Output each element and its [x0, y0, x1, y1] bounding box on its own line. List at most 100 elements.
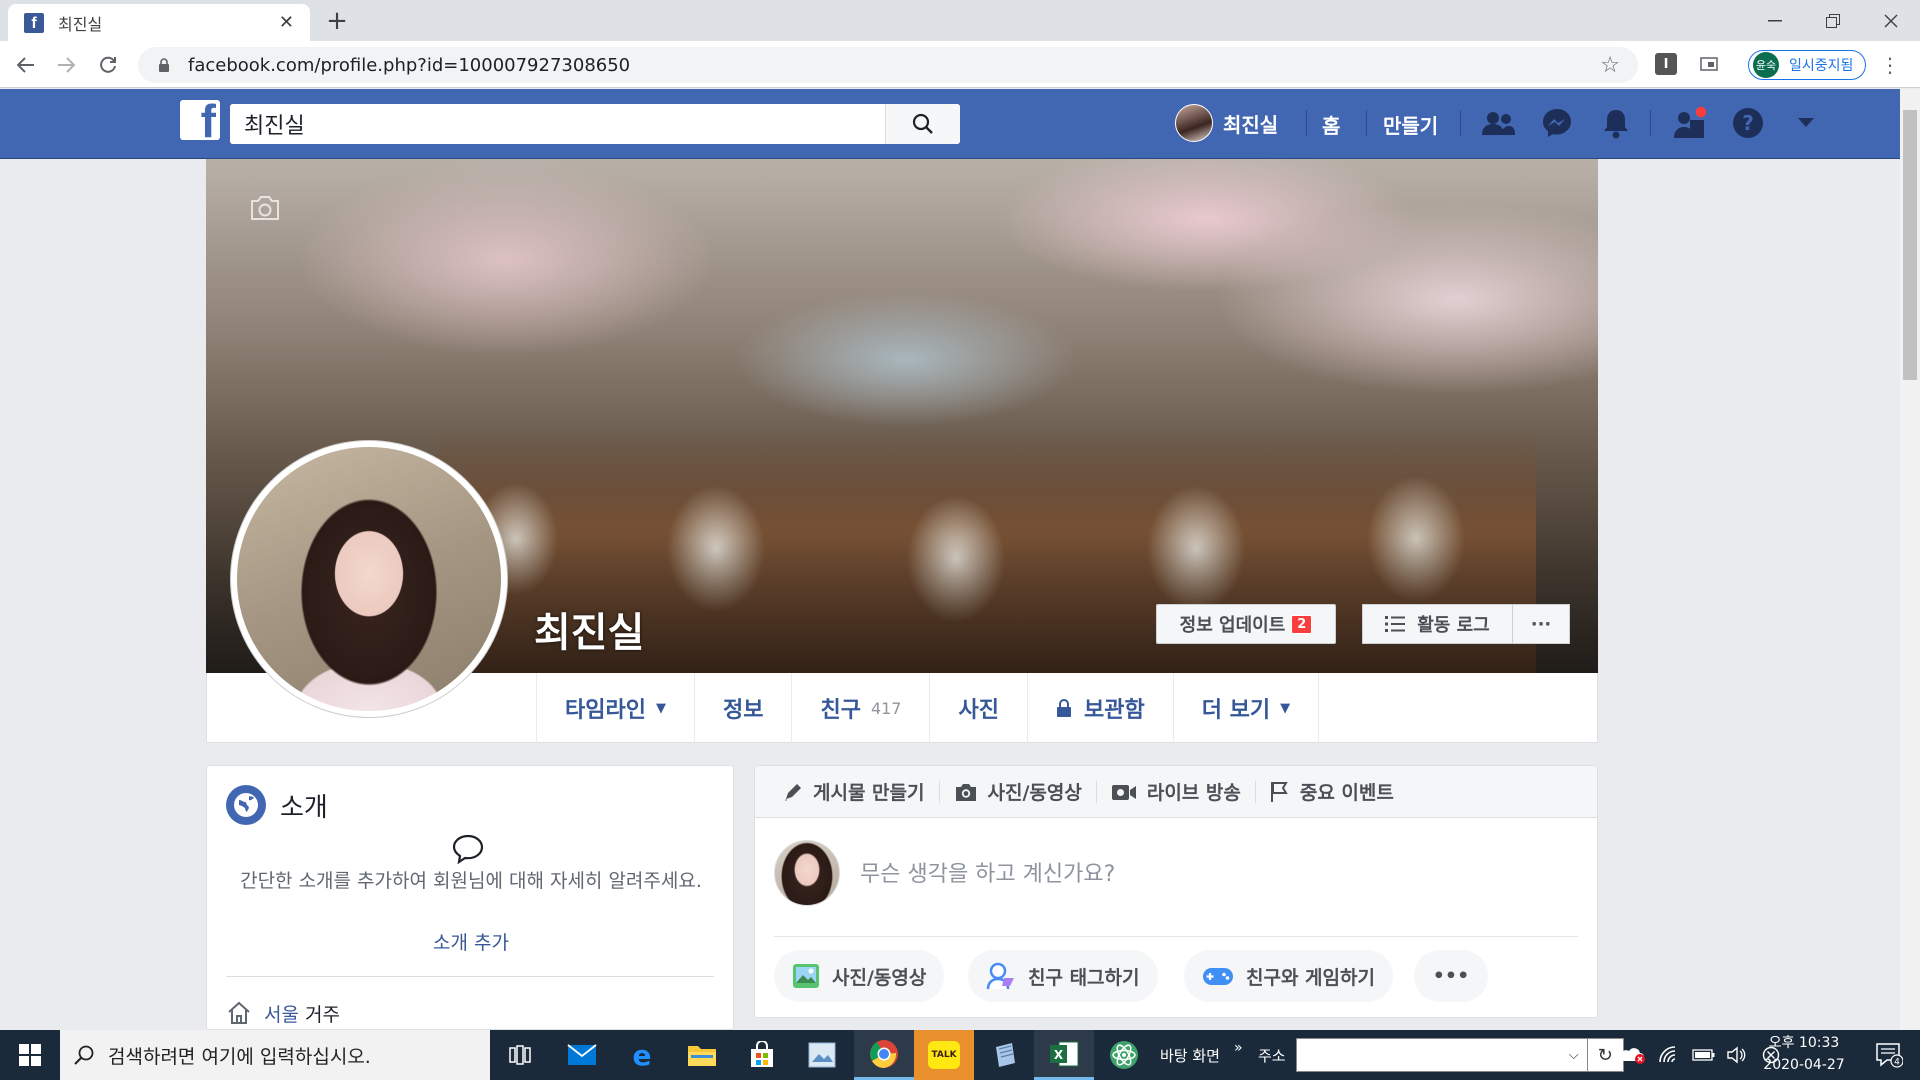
start-button[interactable]	[0, 1030, 60, 1080]
address-toolbar-input[interactable]: ⌵	[1295, 1038, 1588, 1072]
photos-app-icon[interactable]	[792, 1030, 852, 1080]
tag-friends-icon	[986, 962, 1014, 990]
tab-create-post[interactable]: 게시물 만들기	[769, 766, 939, 818]
tab-friends[interactable]: 친구 417	[791, 673, 929, 743]
windows-logo-icon	[19, 1044, 41, 1066]
divider	[226, 976, 714, 977]
help-icon[interactable]: ?	[1728, 103, 1768, 143]
tag-friends-button[interactable]: 친구 태그하기	[968, 950, 1158, 1002]
tab-timeline[interactable]: 타임라인 ▼	[536, 673, 694, 743]
tag-friends-label: 친구 태그하기	[1028, 966, 1140, 989]
task-view-icon[interactable]	[490, 1030, 550, 1080]
tab-live-video[interactable]: 라이브 방송	[1097, 766, 1255, 818]
account-menu-chevron-down-icon[interactable]	[1786, 103, 1826, 143]
close-window-button[interactable]	[1862, 0, 1920, 41]
address-toolbar: 주소 ⌵ ↻	[1258, 1030, 1624, 1080]
notifications-bell-icon[interactable]	[1596, 103, 1636, 143]
file-explorer-icon[interactable]	[672, 1030, 732, 1080]
store-app-icon[interactable]	[732, 1030, 792, 1080]
profile-shortcut[interactable]: 최진실	[1175, 103, 1278, 143]
divider	[1650, 110, 1651, 136]
update-info-button[interactable]: 정보 업데이트 2	[1156, 604, 1336, 644]
tab-photos[interactable]: 사진	[929, 673, 1026, 743]
browser-tab[interactable]: f 최진실 ✕	[8, 4, 310, 41]
messenger-icon[interactable]	[1537, 103, 1577, 143]
flag-icon	[1270, 781, 1288, 802]
address-label: 주소	[1258, 1046, 1286, 1065]
photo-video-button[interactable]: 사진/동영상	[774, 950, 945, 1002]
play-game-button[interactable]: 친구와 게임하기	[1184, 950, 1393, 1002]
tab-about-label: 정보	[722, 698, 764, 723]
search-button[interactable]	[885, 104, 960, 144]
more-actions-button[interactable]: •••	[1414, 950, 1488, 1002]
taskbar-clock[interactable]: 오후 10:33 2020-04-27	[1756, 1032, 1852, 1076]
edge-browser-icon[interactable]: e	[612, 1030, 672, 1080]
bookmark-star-icon[interactable]: ☆	[1600, 53, 1620, 78]
mail-app-icon[interactable]	[552, 1030, 612, 1080]
add-bio-link[interactable]: 소개 추가	[226, 928, 716, 955]
volume-icon[interactable]	[1726, 1046, 1748, 1064]
excel-app-icon[interactable]: X	[1034, 1030, 1094, 1080]
minimize-button[interactable]	[1746, 0, 1804, 41]
friend-requests-icon[interactable]	[1478, 103, 1518, 143]
tab-about[interactable]: 정보	[693, 673, 791, 743]
new-tab-button[interactable]: +	[322, 6, 352, 36]
restore-button[interactable]	[1804, 0, 1862, 41]
composer-avatar[interactable]	[774, 840, 840, 906]
photo-icon	[793, 964, 819, 988]
tab-photo-video[interactable]: 사진/동영상	[940, 766, 1096, 818]
intro-title: 소개	[280, 792, 328, 823]
back-button[interactable]	[6, 45, 46, 85]
profile-nav: 타임라인 ▼ 정보 친구 417 사진 보관함 더 보기 ▼	[536, 673, 1320, 743]
tab-photos-label: 사진	[958, 698, 999, 723]
dropdown-chevron-icon[interactable]: ⌵	[1569, 1048, 1579, 1063]
city-link[interactable]: 서울	[264, 1004, 299, 1026]
facebook-logo-icon[interactable]: f	[180, 100, 220, 140]
lock-icon	[159, 58, 169, 72]
taskbar-search-box[interactable]: 검색하려면 여기에 입력하십시오.	[60, 1030, 490, 1080]
wifi-icon[interactable]	[1658, 1045, 1680, 1065]
tab-create-post-label: 게시물 만들기	[813, 782, 925, 804]
tab-life-event-label: 중요 이벤트	[1299, 782, 1394, 804]
more-options-button[interactable]: ···	[1512, 604, 1570, 644]
divider	[1366, 110, 1367, 136]
show-hidden-icons-chevron-icon[interactable]: ⌃	[1584, 1046, 1610, 1065]
avatar	[1175, 104, 1213, 142]
atom-app-icon[interactable]	[1094, 1030, 1154, 1080]
tab-life-event[interactable]: 중요 이벤트	[1256, 766, 1408, 818]
globe-icon	[226, 785, 266, 825]
quick-help-people-icon[interactable]	[1670, 103, 1710, 143]
onedrive-error-icon[interactable]	[1618, 1045, 1646, 1065]
extension-icon[interactable]: I	[1655, 53, 1677, 75]
kakaotalk-app-icon[interactable]: TALK	[914, 1030, 974, 1080]
action-center-button[interactable]: 4	[1866, 1030, 1912, 1080]
kakaotalk-label: TALK	[928, 1041, 960, 1069]
tab-more[interactable]: 더 보기 ▼	[1172, 673, 1320, 743]
tab-close-icon[interactable]: ✕	[279, 12, 294, 33]
intro-description: 간단한 소개를 추가하여 회원님에 대해 자세히 알려주세요.	[240, 870, 702, 892]
composer-input-placeholder[interactable]: 무슨 생각을 하고 계신가요?	[860, 856, 1115, 888]
address-bar[interactable]: facebook.com/profile.php?id=100007927308…	[138, 47, 1638, 83]
create-link[interactable]: 만들기	[1383, 110, 1438, 139]
friends-count: 417	[870, 698, 902, 718]
tab-archive[interactable]: 보관함	[1026, 673, 1173, 743]
profile-paused-button[interactable]: 윤숙 일시중지됨	[1748, 50, 1866, 80]
divider	[1460, 110, 1461, 136]
double-chevron-icon: »	[1233, 1040, 1243, 1056]
reload-button[interactable]	[88, 45, 128, 85]
notes-app-icon[interactable]	[974, 1030, 1034, 1080]
chrome-menu-icon[interactable]: ⋮	[1880, 52, 1900, 78]
chrome-browser-icon[interactable]	[854, 1030, 914, 1080]
home-link[interactable]: 홈	[1322, 110, 1340, 139]
battery-icon[interactable]	[1692, 1048, 1716, 1062]
facebook-search-input[interactable]	[230, 104, 885, 144]
forward-button[interactable]	[46, 45, 86, 85]
cast-icon[interactable]	[1697, 53, 1721, 75]
scrollbar-thumb[interactable]	[1903, 110, 1917, 380]
speech-bubble-icon	[452, 834, 484, 864]
desktop-toolbar[interactable]: 바탕 화면 »	[1160, 1030, 1243, 1080]
update-cover-camera-icon[interactable]	[248, 195, 282, 221]
profile-picture[interactable]	[230, 440, 508, 718]
avatar	[237, 447, 501, 711]
activity-log-button[interactable]: 활동 로그	[1362, 604, 1512, 644]
